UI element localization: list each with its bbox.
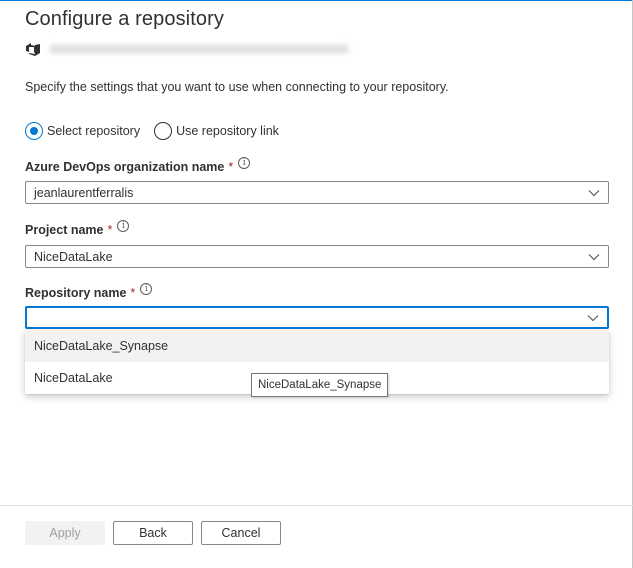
- footer-actions: Apply Back Cancel: [25, 521, 289, 545]
- redacted-account-id: [49, 44, 349, 54]
- description-text: Specify the settings that you want to us…: [25, 80, 449, 94]
- dropdown-option[interactable]: NiceDataLake_Synapse: [25, 330, 609, 362]
- repository-label-text: Repository name: [25, 286, 127, 300]
- required-asterisk: *: [228, 160, 234, 174]
- chevron-down-icon: [588, 253, 600, 260]
- repository-label: Repository name * i: [25, 283, 153, 300]
- chevron-down-icon: [588, 189, 600, 196]
- azure-devops-icon: [25, 41, 41, 57]
- organization-label: Azure DevOps organization name * i: [25, 157, 251, 174]
- cancel-button[interactable]: Cancel: [201, 521, 281, 545]
- radio-label: Use repository link: [176, 124, 279, 138]
- back-button[interactable]: Back: [113, 521, 193, 545]
- repository-source-radio-group: Select repository Use repository link: [25, 122, 293, 140]
- top-accent-line: [0, 0, 633, 1]
- radio-button-checked[interactable]: [25, 122, 43, 140]
- organization-value: jeanlaurentferralis: [34, 185, 134, 200]
- info-icon[interactable]: i: [140, 283, 153, 295]
- radio-label: Select repository: [47, 124, 141, 138]
- project-label-text: Project name: [25, 223, 104, 237]
- required-asterisk: *: [107, 223, 113, 237]
- account-row: [25, 40, 349, 58]
- option-tooltip: NiceDataLake_Synapse: [251, 373, 389, 397]
- chevron-down-icon: [587, 314, 599, 321]
- apply-button[interactable]: Apply: [25, 521, 105, 545]
- footer-divider: [0, 505, 633, 506]
- info-icon[interactable]: i: [238, 157, 251, 169]
- project-select[interactable]: NiceDataLake: [25, 245, 609, 268]
- organization-label-text: Azure DevOps organization name: [25, 160, 225, 174]
- radio-use-repository-link[interactable]: Use repository link: [154, 122, 279, 140]
- radio-button[interactable]: [154, 122, 173, 140]
- page-title: Configure a repository: [25, 8, 224, 30]
- project-label: Project name * i: [25, 220, 130, 237]
- project-value: NiceDataLake: [34, 249, 113, 264]
- radio-select-repository[interactable]: Select repository: [25, 122, 140, 140]
- required-asterisk: *: [130, 286, 136, 300]
- organization-select[interactable]: jeanlaurentferralis: [25, 181, 609, 204]
- info-icon[interactable]: i: [117, 220, 130, 232]
- repository-select[interactable]: [25, 306, 609, 329]
